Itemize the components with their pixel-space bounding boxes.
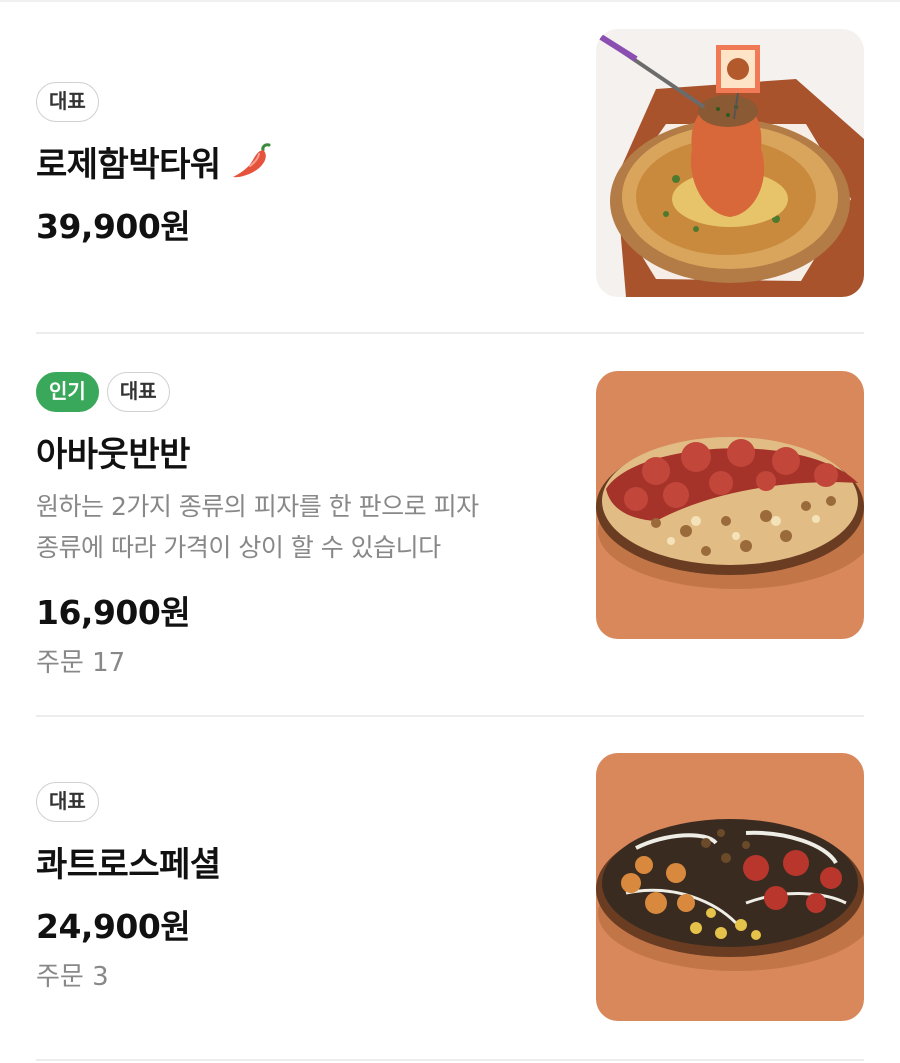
- menu-price: 24,900원: [36, 907, 191, 946]
- tag-group: 대표: [36, 782, 99, 822]
- menu-description-line: 종류에 따라 가격이 상이 할 수 있습니다: [36, 533, 441, 562]
- menu-image[interactable]: [596, 753, 864, 1021]
- chili-pepper-icon: [232, 143, 271, 178]
- menu-description-line: 원하는 2가지 종류의 피자를 한 판으로 피자: [36, 492, 479, 521]
- signature-tag: 대표: [106, 372, 170, 412]
- menu-item-quattro-special[interactable]: 대표 콰트로스페셜 24,900원 주문 3: [0, 716, 900, 1063]
- about-half-half-pizza-image: [596, 371, 864, 639]
- rose-hamburg-tower-pizza-image: [596, 29, 864, 297]
- divider: [36, 1059, 864, 1061]
- menu-description: 원하는 2가지 종류의 피자를 한 판으로 피자 종류에 따라 가격이 상이 할…: [36, 486, 566, 568]
- menu-price: 39,900원: [36, 207, 191, 246]
- menu-image[interactable]: [596, 29, 864, 297]
- menu-image[interactable]: [596, 371, 864, 639]
- menu-name: 아바웃반반: [36, 428, 190, 475]
- popular-tag: 인기: [36, 372, 99, 412]
- tag-group: 대표: [36, 82, 99, 122]
- menu-name-text: 아바웃반반: [36, 434, 190, 475]
- menu-name: 콰트로스페셜: [36, 838, 221, 885]
- menu-name-text: 로제함박타워: [36, 144, 221, 185]
- signature-tag: 대표: [36, 82, 99, 122]
- menu-item-rose-hamburg-tower[interactable]: 대표 로제함박타워 39,900원: [0, 0, 900, 334]
- menu-name: 로제함박타워: [36, 138, 275, 185]
- tag-group: 인기 대표: [36, 372, 170, 412]
- order-count: 주문 3: [36, 962, 109, 992]
- menu-price: 16,900원: [36, 593, 191, 632]
- menu-name-text: 콰트로스페셜: [36, 844, 221, 885]
- signature-tag: 대표: [36, 782, 99, 822]
- quattro-special-pizza-image: [596, 753, 864, 1021]
- menu-item-about-half-half[interactable]: 인기 대표 아바웃반반 원하는 2가지 종류의 피자를 한 판으로 피자 종류에…: [0, 334, 900, 717]
- order-count: 주문 17: [36, 648, 126, 678]
